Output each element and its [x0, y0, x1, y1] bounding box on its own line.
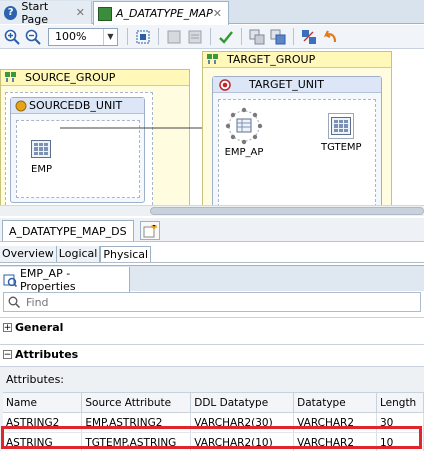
search-icon [8, 296, 20, 308]
column-header-datatype[interactable]: Datatype [293, 392, 377, 413]
validate-check-icon[interactable] [217, 28, 235, 46]
tab-label: A_DATATYPE_MAP [115, 7, 213, 20]
toolbar-separator [127, 28, 128, 45]
table-row[interactable]: ASTRING TGTEMP.ASTRING VARCHAR2(10) VARC… [3, 432, 424, 451]
tab-a-datatype-map-ds[interactable]: A_DATATYPE_MAP_DS [2, 220, 134, 241]
close-icon[interactable]: ✕ [76, 6, 85, 19]
help-icon: ? [4, 5, 18, 20]
zoom-select[interactable]: 100% ▼ [48, 27, 118, 46]
cell-ddl-datatype[interactable]: VARCHAR2(10) [190, 432, 295, 451]
column-header-length[interactable]: Length [376, 392, 424, 413]
section-title: Attributes [15, 348, 79, 361]
find-input[interactable]: Find [3, 292, 421, 312]
tgtemp-datastore[interactable]: TGTEMP [321, 113, 362, 153]
tab-start-page[interactable]: ? Start Page ✕ [0, 0, 92, 26]
access-point-icon [225, 107, 263, 145]
tab-properties[interactable]: EMP_AP - Properties [0, 266, 130, 293]
cell-name[interactable]: ASTRING [3, 432, 83, 451]
unit-title-bar: TARGET_UNIT [213, 77, 381, 93]
table-icon [331, 117, 352, 135]
mapping-icon [98, 6, 112, 21]
node-label: EMP_AP [224, 147, 264, 158]
attributes-panel: Attributes: Name Source Attribute DDL Da… [0, 366, 424, 451]
column-header-ddl-datatype[interactable]: DDL Datatype [190, 392, 295, 413]
column-header-source-attribute[interactable]: Source Attribute [81, 392, 192, 413]
cell-datatype[interactable]: VARCHAR2 [293, 412, 377, 433]
properties-grid-icon[interactable] [186, 28, 204, 46]
target-unit-title: TARGET_UNIT [249, 78, 324, 91]
emp-ap-component[interactable]: EMP_AP [223, 105, 265, 158]
undo-icon[interactable] [321, 28, 339, 46]
properties-title: EMP_AP - Properties [19, 266, 76, 293]
model-tab-bar: A_DATATYPE_MAP_DS [0, 218, 424, 242]
node-label: TGTEMP [321, 142, 362, 153]
cell-length[interactable]: 30 [376, 412, 424, 433]
collapse-icon[interactable]: − [3, 350, 12, 359]
toolbar-separator [158, 28, 159, 45]
cell-length[interactable]: 10 [376, 432, 424, 451]
canvas-horizontal-scrollbar[interactable] [0, 205, 424, 216]
mapping-canvas[interactable]: SOURCE_GROUP SOURCEDB_UNIT EMP TARGET_GR… [0, 50, 424, 205]
scrollbar-thumb[interactable] [150, 207, 424, 215]
target-group-title: TARGET_GROUP [227, 53, 316, 66]
cell-source-attribute[interactable]: EMP.ASTRING2 [81, 412, 192, 433]
column-header-name[interactable]: Name [3, 392, 83, 413]
expand-icon[interactable]: + [3, 323, 12, 332]
duplicate-icon[interactable] [269, 28, 287, 46]
target-unit[interactable]: TARGET_UNIT EMP_AP TGTEMP [212, 76, 382, 205]
group-icon [207, 53, 218, 64]
tab-a-datatype-map[interactable]: A_DATATYPE_MAP ✕ [93, 1, 229, 25]
layout-icon[interactable] [165, 28, 183, 46]
chevron-down-icon: ▼ [103, 28, 117, 45]
tab-label: A_DATATYPE_MAP_DS [9, 224, 127, 238]
toolbar-separator [293, 28, 294, 45]
section-attributes[interactable]: − Attributes [0, 344, 424, 364]
table-row[interactable]: ASTRING2 EMP.ASTRING2 VARCHAR2(30) VARCH… [3, 412, 424, 433]
tab-physical[interactable]: Physical [100, 246, 152, 262]
group-title-bar: TARGET_GROUP [203, 52, 391, 68]
table-frame [328, 113, 355, 139]
zoom-value: 100% [55, 30, 87, 43]
cell-source-attribute[interactable]: TGTEMP.ASTRING [81, 432, 192, 451]
attribute-matching-icon[interactable] [300, 28, 318, 46]
find-placeholder: Find [26, 295, 49, 309]
cell-name[interactable]: ASTRING2 [3, 412, 83, 433]
close-icon[interactable]: ✕ [213, 7, 222, 20]
attributes-label: Attributes: [6, 373, 65, 386]
view-tabs: Overview Logical Physical [0, 246, 424, 263]
copy-icon[interactable] [248, 28, 266, 46]
editor-tab-bar: ? Start Page ✕ A_DATATYPE_MAP ✕ [0, 0, 424, 26]
table-header-row: Name Source Attribute DDL Datatype Datat… [3, 392, 424, 413]
cell-ddl-datatype[interactable]: VARCHAR2(30) [190, 412, 295, 433]
toolbar-separator [210, 28, 211, 45]
section-title: General [15, 321, 64, 334]
fit-to-window-icon[interactable] [134, 28, 152, 46]
target-icon [219, 78, 231, 91]
attributes-table: Name Source Attribute DDL Datatype Datat… [3, 392, 424, 451]
properties-icon [3, 274, 17, 287]
zoom-out-icon[interactable] [24, 28, 42, 46]
toolbar-separator [241, 28, 242, 45]
target-group[interactable]: TARGET_GROUP TARGET_UNIT EMP_AP TGTEMP [202, 51, 392, 205]
properties-header: EMP_AP - Properties [0, 265, 424, 293]
zoom-in-icon[interactable] [3, 28, 21, 46]
tab-logical[interactable]: Logical [56, 246, 101, 262]
section-general[interactable]: + General [0, 317, 424, 337]
cell-datatype[interactable]: VARCHAR2 [293, 432, 377, 451]
diagram-toolbar: 100% ▼ [0, 25, 424, 49]
new-physical-design-icon[interactable] [140, 221, 160, 240]
tab-label: Start Page [21, 0, 49, 26]
tab-overview[interactable]: Overview [0, 246, 57, 262]
